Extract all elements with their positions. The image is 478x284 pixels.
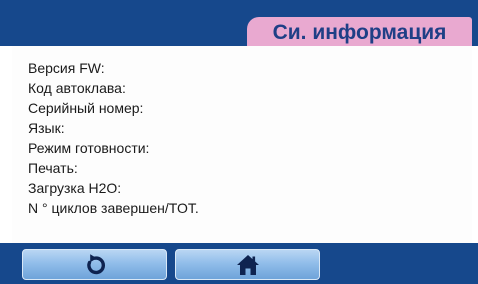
- info-fw-version-label: Версия FW:: [28, 60, 105, 76]
- info-print-label: Печать:: [28, 160, 78, 176]
- info-standby-mode-label: Режим готовности:: [28, 140, 150, 156]
- refresh-icon: [86, 253, 105, 274]
- home-icon: [236, 254, 259, 275]
- home-button[interactable]: [175, 249, 320, 280]
- info-panel: Версия FW: Код автоклава: Серийный номер…: [12, 46, 472, 243]
- info-list: Версия FW: Код автоклава: Серийный номер…: [28, 58, 199, 218]
- info-h2o-load-label: Загрузка H2O:: [28, 180, 122, 196]
- screen: Си. информация Версия FW: Код автоклава:…: [0, 0, 478, 284]
- info-language-label: Язык:: [28, 120, 65, 136]
- info-serial-number-label: Серийный номер:: [28, 100, 144, 116]
- info-autoclave-code-label: Код автоклава:: [28, 80, 126, 96]
- refresh-button[interactable]: [22, 249, 167, 280]
- title-tab: Си. информация: [247, 17, 472, 46]
- info-cycles-completed-label: N ° циклов завершен/TOT.: [28, 200, 199, 216]
- page-title: Си. информация: [272, 20, 447, 44]
